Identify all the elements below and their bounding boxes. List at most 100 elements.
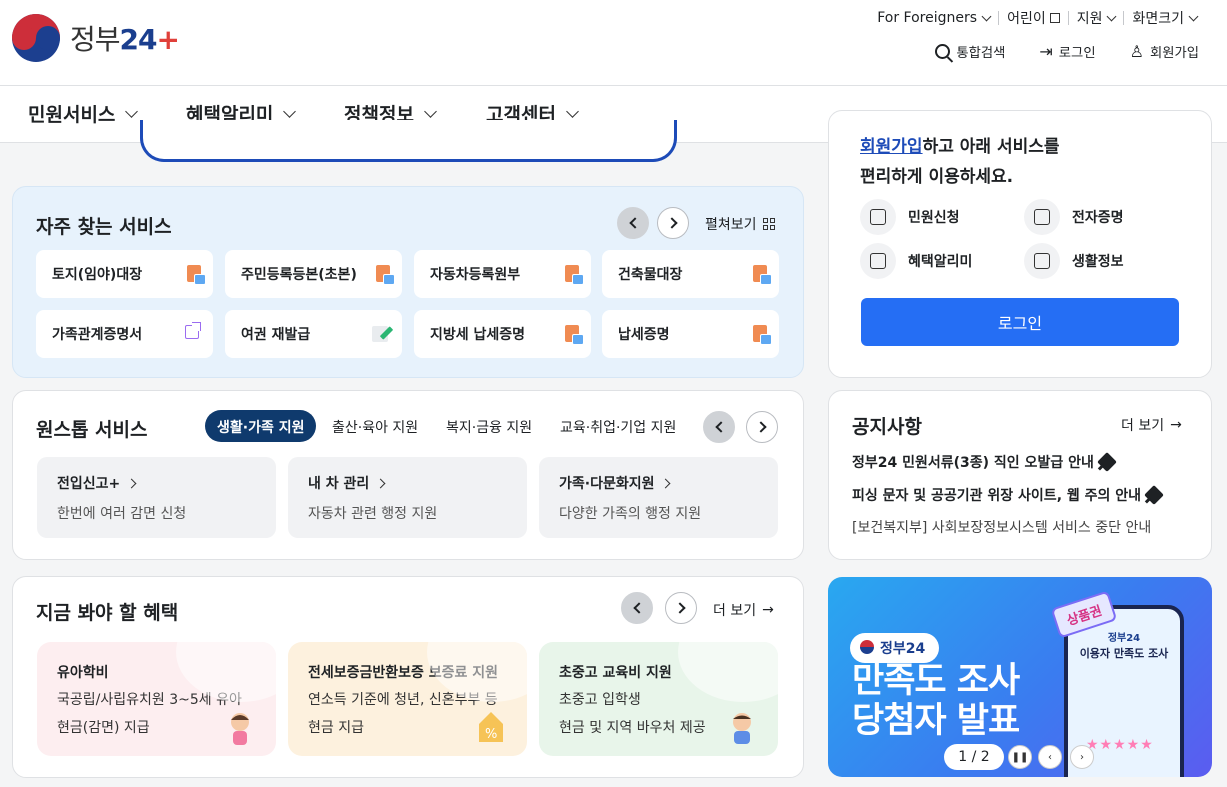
nav-civil-service[interactable]: 민원서비스 <box>28 100 139 127</box>
quick-life-info[interactable]: 생활정보 <box>1024 243 1124 279</box>
service-item[interactable]: 여권 재발급 <box>225 310 402 358</box>
notice-item[interactable]: 정부24 민원서류(3종) 직인 오발급 안내 <box>852 452 1117 472</box>
tab-education-jobs[interactable]: 교육·취업·기업 지원 <box>548 410 688 442</box>
chevron-right-icon <box>673 602 686 614</box>
tab-birth-childcare[interactable]: 출산·육아 지원 <box>320 410 430 442</box>
grid-icon <box>762 218 775 230</box>
service-item[interactable]: 주민등록등본(초본) <box>225 250 402 298</box>
onestop-prev-button[interactable] <box>703 411 735 443</box>
chevron-down-icon <box>566 104 579 118</box>
onestop-item[interactable]: 전입신고+ 한번에 여러 감면 신청 <box>37 457 276 538</box>
promo-banner[interactable]: 정부24 만족도 조사 당첨자 발표 정부24 이용자 만족도 조사 상품권 ★… <box>828 577 1212 777</box>
notice-item[interactable]: 피싱 문자 및 공공기관 위장 사이트, 웹 주의 안내 <box>852 485 1164 505</box>
utility-screen-size[interactable]: 화면크기 <box>1124 8 1205 28</box>
service-item[interactable]: 토지(임야)대장 <box>36 250 213 298</box>
banner-pause-button[interactable]: ❚❚ <box>1008 745 1032 769</box>
logo-number: 24 <box>119 23 158 56</box>
utility-menu: For Foreigners 어린이 지원 화면크기 <box>869 8 1205 28</box>
external-link-icon <box>185 322 201 339</box>
onestop-item[interactable]: 가족·다문화지원 다양한 가족의 행정 지원 <box>539 457 778 538</box>
signup-button[interactable]: ♙ 회원가입 <box>1130 42 1199 61</box>
document-icon <box>376 265 395 285</box>
login-icon: ⇥ <box>1039 42 1053 61</box>
utility-for-foreigners[interactable]: For Foreigners <box>869 10 998 26</box>
id-card-icon <box>1024 199 1060 235</box>
benefit-item[interactable]: 전세보증금반환보증 보증료 지원 연소득 기준에 청년, 신혼부부 등 현금 지… <box>288 642 527 756</box>
chevron-left-icon <box>628 217 641 229</box>
service-item[interactable]: 지방세 납세증명 <box>414 310 591 358</box>
onestop-item[interactable]: 내 차 관리 자동차 관련 행정 지원 <box>288 457 527 538</box>
user-plus-icon: ♙ <box>1129 42 1144 61</box>
gift-icon <box>860 243 896 279</box>
quick-e-certificate[interactable]: 전자증명 <box>1024 199 1124 235</box>
tab-life-family[interactable]: 생활·가족 지원 <box>205 410 317 442</box>
gov24-logo[interactable]: 정부24+ <box>12 14 180 62</box>
envelope-icon <box>860 199 896 235</box>
document-icon <box>187 265 206 285</box>
frequent-expand-link[interactable]: 펼쳐보기 <box>705 214 775 234</box>
chevron-right-icon: › <box>1080 751 1084 763</box>
quick-benefit-alert[interactable]: 혜택알리미 <box>860 243 972 279</box>
tab-welfare-finance[interactable]: 복지·금융 지원 <box>434 410 544 442</box>
frequent-services-title: 자주 찾는 서비스 <box>36 216 172 238</box>
utility-kids[interactable]: 어린이 <box>999 8 1068 28</box>
service-item[interactable]: 자동차등록원부 <box>414 250 591 298</box>
benefit-item[interactable]: 초중고 교육비 지원 초중고 입학생 현금 및 지역 바우처 제공 <box>539 642 778 756</box>
chevron-left-icon <box>632 602 645 614</box>
header-login-button[interactable]: ⇥ 로그인 <box>1039 42 1095 61</box>
pin-icon <box>1096 452 1117 472</box>
document-icon <box>565 325 584 345</box>
login-message: 회원가입하고 아래 서비스를 편리하게 이용하세요. <box>860 137 1060 187</box>
service-item[interactable]: 건축물대장 <box>602 250 779 298</box>
chevron-down-icon <box>1107 11 1117 21</box>
main-search-box[interactable] <box>140 120 677 162</box>
site-header: 정부24+ For Foreigners 어린이 지원 화면크기 통합검색 ⇥ … <box>0 0 1227 86</box>
chevron-down-icon <box>125 104 139 118</box>
taegeuk-emblem-icon <box>12 14 60 62</box>
chevron-left-icon: ‹ <box>1048 751 1052 763</box>
notice-more-link[interactable]: 더 보기 → <box>1121 415 1182 435</box>
external-link-icon <box>1049 13 1060 23</box>
auth-menu: 통합검색 ⇥ 로그인 ♙ 회원가입 <box>935 42 1199 61</box>
document-icon <box>753 325 772 345</box>
onestop-next-button[interactable] <box>746 411 778 443</box>
search-icon <box>935 44 951 59</box>
service-item[interactable]: 가족관계증명서 <box>36 310 213 358</box>
rating-stars-icon: ★★★★★ <box>1086 737 1154 753</box>
svg-text:%: % <box>485 727 497 742</box>
student-illustration-icon <box>733 713 751 744</box>
banner-headline: 만족도 조사 당첨자 발표 <box>852 661 1020 741</box>
service-item[interactable]: 납세증명 <box>602 310 779 358</box>
logo-text: 정부 <box>70 23 121 56</box>
edit-icon <box>372 326 388 342</box>
banner-prev-button[interactable]: ‹ <box>1038 745 1062 769</box>
benefits-next-button[interactable] <box>665 592 697 624</box>
chevron-down-icon <box>424 104 437 118</box>
frequent-next-button[interactable] <box>657 207 689 239</box>
benefits-prev-button[interactable] <box>621 592 653 624</box>
arrow-right-icon: → <box>762 602 774 618</box>
benefits-more-link[interactable]: 더 보기 → <box>713 600 774 620</box>
pause-icon: ❚❚ <box>1011 751 1029 763</box>
notice-item[interactable]: [보건복지부] 사회보장정보시스템 서비스 중단 안내 <box>852 517 1151 537</box>
chevron-right-icon <box>661 478 671 488</box>
login-button[interactable]: 로그인 <box>861 298 1179 346</box>
chevron-down-icon <box>1188 11 1199 21</box>
quick-civil-application[interactable]: 민원신청 <box>860 199 960 235</box>
discount-tag-icon: % <box>479 712 503 742</box>
arrow-right-icon: → <box>1170 417 1182 433</box>
utility-support[interactable]: 지원 <box>1069 8 1124 28</box>
frequent-prev-button[interactable] <box>617 207 649 239</box>
chevron-down-icon <box>283 104 297 118</box>
chevron-left-icon <box>714 421 727 433</box>
benefit-item[interactable]: 유아학비 국공립/사립유치원 3~5세 유아 현금(감면) 지급 <box>37 642 276 756</box>
benefits-title: 지금 봐야 할 혜택 <box>36 602 179 624</box>
chevron-right-icon <box>754 421 767 433</box>
integrated-search-button[interactable]: 통합검색 <box>935 42 1005 61</box>
signup-link[interactable]: 회원가입 <box>860 137 923 157</box>
banner-badge: 정부24 <box>850 633 940 663</box>
chevron-right-icon <box>126 478 137 488</box>
banner-next-button[interactable]: › <box>1070 745 1094 769</box>
logo-plus: + <box>156 23 180 56</box>
banner-pager: 1 / 2 <box>944 744 1004 770</box>
